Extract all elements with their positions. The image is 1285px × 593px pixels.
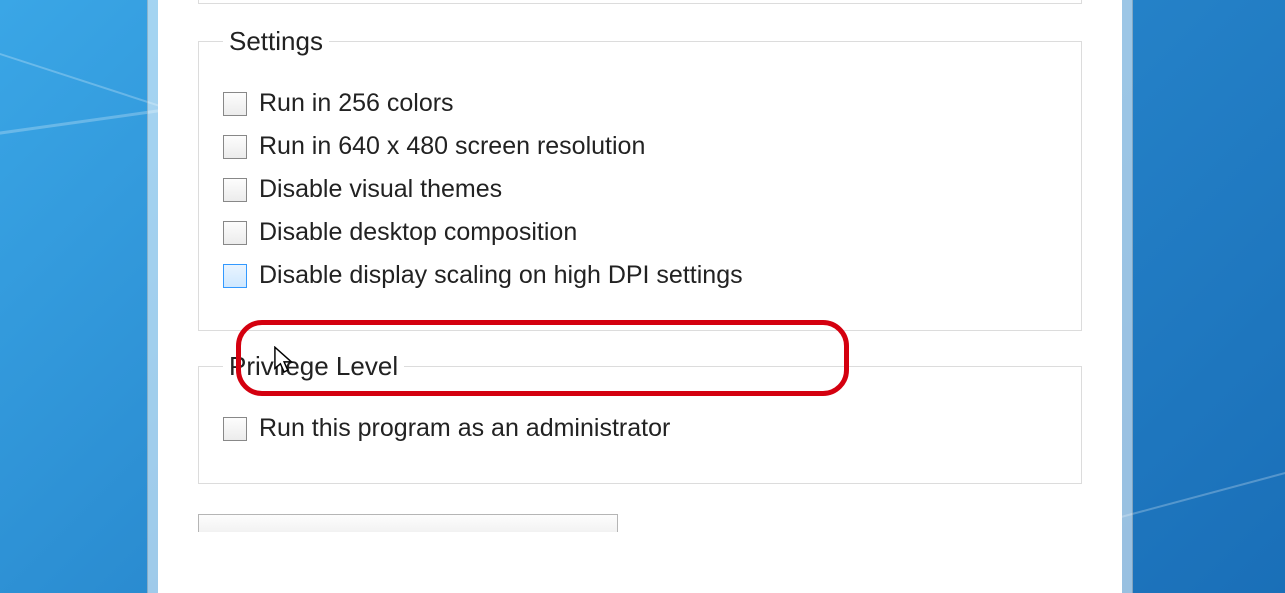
checkbox-label: Disable desktop composition: [259, 218, 577, 247]
checkbox-icon: [223, 135, 247, 159]
dialog-window-frame: Settings Run in 256 colors Run in 640 x …: [147, 0, 1133, 593]
privilege-level-group-legend: Privilege Level: [223, 351, 404, 382]
change-settings-for-all-users-button[interactable]: [198, 514, 618, 532]
settings-group: Settings Run in 256 colors Run in 640 x …: [198, 26, 1082, 331]
checkbox-icon: [223, 264, 247, 288]
checkbox-disable-dpi-scaling[interactable]: Disable display scaling on high DPI sett…: [223, 261, 1057, 290]
checkbox-run-256-colors[interactable]: Run in 256 colors: [223, 89, 1057, 118]
checkbox-label: Run in 640 x 480 screen resolution: [259, 132, 645, 161]
checkbox-icon: [223, 178, 247, 202]
checkbox-label: Disable display scaling on high DPI sett…: [259, 261, 743, 290]
checkbox-icon: [223, 92, 247, 116]
dialog-client-area: Settings Run in 256 colors Run in 640 x …: [158, 0, 1122, 593]
checkbox-disable-desktop-composition[interactable]: Disable desktop composition: [223, 218, 1057, 247]
checkbox-icon: [223, 417, 247, 441]
compatibility-mode-group-partial: [198, 0, 1082, 4]
checkbox-run-as-administrator[interactable]: Run this program as an administrator: [223, 414, 1057, 443]
settings-group-legend: Settings: [223, 26, 329, 57]
checkbox-run-640x480[interactable]: Run in 640 x 480 screen resolution: [223, 132, 1057, 161]
checkbox-label: Run in 256 colors: [259, 89, 454, 118]
checkbox-icon: [223, 221, 247, 245]
checkbox-disable-visual-themes[interactable]: Disable visual themes: [223, 175, 1057, 204]
privilege-level-group: Privilege Level Run this program as an a…: [198, 351, 1082, 484]
checkbox-label: Disable visual themes: [259, 175, 502, 204]
checkbox-label: Run this program as an administrator: [259, 414, 670, 443]
